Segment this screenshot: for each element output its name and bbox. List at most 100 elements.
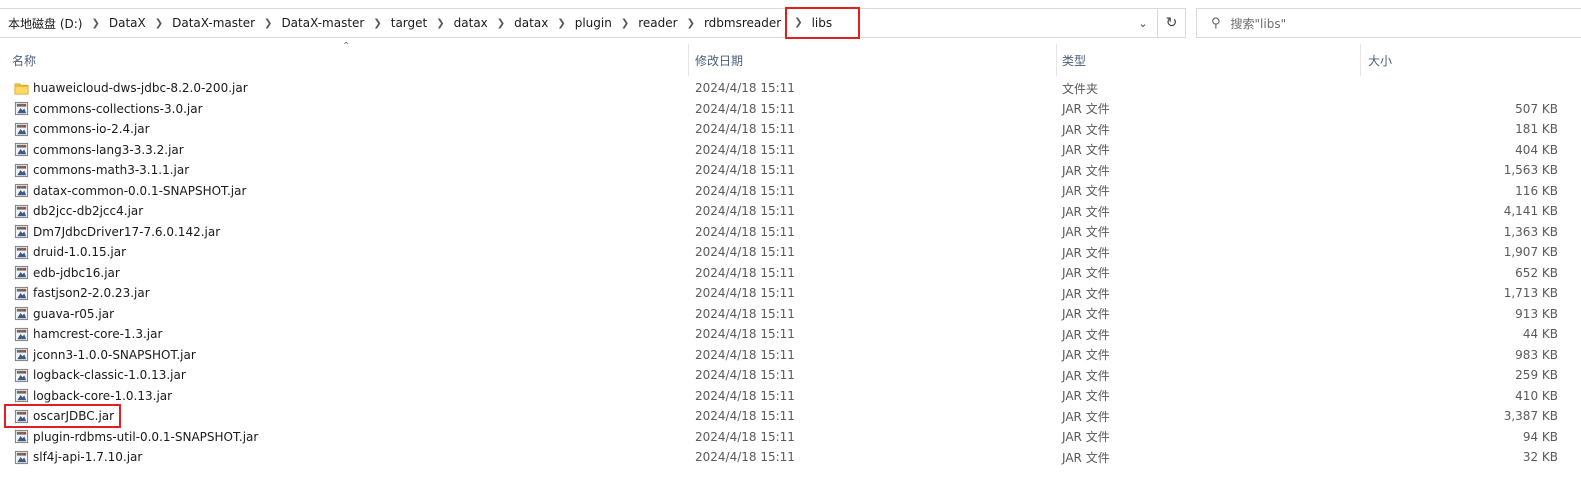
file-type: JAR 文件 (1062, 389, 1110, 404)
file-name-cell[interactable]: commons-lang3-3.3.2.jar (14, 140, 184, 161)
file-name: logback-classic-1.0.13.jar (33, 368, 186, 383)
file-row[interactable]: edb-jdbc16.jar 2024/4/18 15:11 JAR 文件 652 K… (0, 263, 1581, 284)
file-name-cell[interactable]: Dm7JdbcDriver17-7.6.0.142.jar (14, 222, 220, 243)
file-date: 2024/4/18 15:11 (695, 245, 795, 260)
breadcrumb-datax-master-2[interactable]: DataX-master (277, 9, 368, 37)
address-history-button[interactable]: ⌄ (1130, 8, 1156, 38)
search-icon: ⚲ (1211, 15, 1221, 31)
file-row[interactable]: jconn3-1.0.0-SNAPSHOT.jar 2024/4/18 15:11… (0, 345, 1581, 366)
breadcrumb-datax[interactable]: DataX (105, 9, 150, 37)
jar-file-icon (14, 245, 29, 260)
file-row[interactable]: commons-lang3-3.3.2.jar 2024/4/18 15:11 JA… (0, 140, 1581, 161)
breadcrumb-rdbmsreader[interactable]: rdbmsreader (700, 9, 785, 37)
breadcrumb-separator-icon[interactable]: ❯ (789, 17, 807, 28)
breadcrumb-reader[interactable]: reader (634, 9, 681, 37)
file-name-cell[interactable]: oscarJDBC.jar (14, 406, 114, 427)
breadcrumb-separator-icon[interactable]: ❯ (492, 18, 510, 29)
breadcrumb-separator-icon[interactable]: ❯ (682, 18, 700, 29)
file-size: 913 KB (1515, 306, 1558, 321)
file-type: JAR 文件 (1062, 245, 1110, 260)
file-size: 3,387 KB (1503, 409, 1558, 424)
column-header-name[interactable]: 名称 (12, 44, 688, 76)
column-divider[interactable] (688, 44, 689, 76)
file-name: fastjson2-2.0.23.jar (33, 286, 150, 301)
file-name-cell[interactable]: guava-r05.jar (14, 304, 114, 325)
search-input[interactable]: ⚲ 搜索"libs" (1196, 8, 1581, 38)
breadcrumb-separator-icon[interactable]: ❯ (150, 18, 168, 29)
file-date: 2024/4/18 15:11 (695, 388, 795, 403)
file-row[interactable]: plugin-rdbms-util-0.0.1-SNAPSHOT.jar 2024… (0, 427, 1581, 448)
file-name-cell[interactable]: druid-1.0.15.jar (14, 242, 126, 263)
file-name-cell[interactable]: plugin-rdbms-util-0.0.1-SNAPSHOT.jar (14, 427, 258, 448)
column-header-type[interactable]: 类型 (1062, 44, 1358, 76)
breadcrumb-plugin[interactable]: plugin (571, 9, 616, 37)
file-date: 2024/4/18 15:11 (695, 368, 795, 383)
file-name: commons-collections-3.0.jar (33, 101, 203, 116)
file-size: 44 KB (1522, 327, 1558, 342)
file-name-cell[interactable]: fastjson2-2.0.23.jar (14, 283, 150, 304)
file-name-cell[interactable]: db2jcc-db2jcc4.jar (14, 201, 143, 222)
file-type: JAR 文件 (1062, 286, 1110, 301)
file-name-cell[interactable]: commons-io-2.4.jar (14, 119, 150, 140)
address-bar[interactable]: 本地磁盘 (D:) ❯ DataX ❯ DataX-master ❯ DataX… (0, 6, 1158, 39)
file-row[interactable]: commons-collections-3.0.jar 2024/4/18 15:… (0, 99, 1581, 120)
breadcrumb-separator-icon[interactable]: ❯ (552, 18, 570, 29)
file-size: 410 KB (1515, 388, 1558, 403)
file-row[interactable]: db2jcc-db2jcc4.jar 2024/4/18 15:11 JAR 文件 4… (0, 201, 1581, 222)
jar-file-icon (14, 388, 29, 403)
file-name-cell[interactable]: commons-math3-3.1.1.jar (14, 160, 189, 181)
refresh-button[interactable]: ↻ (1158, 8, 1186, 38)
file-name: plugin-rdbms-util-0.0.1-SNAPSHOT.jar (33, 429, 259, 444)
file-name-cell[interactable]: jconn3-1.0.0-SNAPSHOT.jar (14, 345, 196, 366)
file-size: 983 KB (1515, 347, 1558, 362)
breadcrumb-datax-2[interactable]: datax (510, 9, 552, 37)
file-date: 2024/4/18 15:11 (695, 204, 795, 219)
file-row[interactable]: datax-common-0.0.1-SNAPSHOT.jar 2024/4/18… (0, 181, 1581, 202)
file-row[interactable]: oscarJDBC.jar 2024/4/18 15:11 JAR 文件 3,387 … (0, 404, 1581, 428)
breadcrumb-separator-icon[interactable]: ❯ (431, 18, 449, 29)
file-row[interactable]: logback-classic-1.0.13.jar 2024/4/18 15:1… (0, 365, 1581, 386)
column-divider[interactable] (1056, 44, 1057, 76)
file-name-cell[interactable]: huaweicloud-dws-jdbc-8.2.0-200.jar (14, 78, 248, 99)
file-name-cell[interactable]: datax-common-0.0.1-SNAPSHOT.jar (14, 181, 246, 202)
file-type: JAR 文件 (1062, 368, 1110, 383)
file-date: 2024/4/18 15:11 (695, 327, 795, 342)
file-row[interactable]: guava-r05.jar 2024/4/18 15:11 JAR 文件 913 KB (0, 304, 1581, 325)
file-row[interactable]: logback-core-1.0.13.jar 2024/4/18 15:11 JA… (0, 386, 1581, 407)
file-size (1362, 78, 1558, 99)
file-type: JAR 文件 (1062, 143, 1110, 158)
search-placeholder: 搜索"libs" (1230, 16, 1287, 31)
file-name-cell[interactable]: logback-classic-1.0.13.jar (14, 365, 186, 386)
column-divider[interactable] (1360, 44, 1361, 76)
file-name-cell[interactable]: slf4j-api-1.7.10.jar (14, 447, 142, 468)
breadcrumb-drive[interactable]: 本地磁盘 (D:) (4, 9, 86, 37)
breadcrumb-separator-icon[interactable]: ❯ (259, 18, 277, 29)
breadcrumb-separator-icon[interactable]: ❯ (616, 18, 634, 29)
breadcrumb-separator-icon[interactable]: ❯ (86, 18, 104, 29)
file-row[interactable]: commons-io-2.4.jar 2024/4/18 15:11 JAR 文件 1… (0, 119, 1581, 140)
file-row[interactable]: huaweicloud-dws-jdbc-8.2.0-200.jar 2024/4… (0, 78, 1581, 99)
file-type: JAR 文件 (1062, 430, 1110, 445)
breadcrumb-datax-1[interactable]: datax (450, 9, 492, 37)
file-name: hamcrest-core-1.3.jar (33, 327, 163, 342)
file-name-cell[interactable]: hamcrest-core-1.3.jar (14, 324, 162, 345)
file-row[interactable]: hamcrest-core-1.3.jar 2024/4/18 15:11 JAR … (0, 324, 1581, 345)
column-header-size[interactable]: 大小 (1368, 44, 1558, 76)
breadcrumb-target[interactable]: target (387, 9, 432, 37)
file-row[interactable]: slf4j-api-1.7.10.jar 2024/4/18 15:11 JAR 文… (0, 447, 1581, 468)
file-date: 2024/4/18 15:11 (695, 265, 795, 280)
file-date: 2024/4/18 15:11 (695, 81, 795, 96)
file-row[interactable]: commons-math3-3.1.1.jar 2024/4/18 15:11 JA… (0, 160, 1581, 181)
breadcrumb-libs[interactable]: libs (808, 9, 837, 37)
file-name-cell[interactable]: commons-collections-3.0.jar (14, 99, 203, 120)
file-name-cell[interactable]: edb-jdbc16.jar (14, 263, 120, 284)
file-name-cell[interactable]: logback-core-1.0.13.jar (14, 386, 172, 407)
breadcrumb-separator-icon[interactable]: ❯ (368, 18, 386, 29)
file-name: druid-1.0.15.jar (33, 245, 127, 260)
breadcrumb-datax-master-1[interactable]: DataX-master (168, 9, 259, 37)
column-header-date[interactable]: 修改日期 (695, 44, 1055, 76)
file-row[interactable]: druid-1.0.15.jar 2024/4/18 15:11 JAR 文件 1,9… (0, 242, 1581, 263)
file-row[interactable]: Dm7JdbcDriver17-7.6.0.142.jar 2024/4/18 1… (0, 222, 1581, 243)
file-row[interactable]: fastjson2-2.0.23.jar 2024/4/18 15:11 JAR 文… (0, 283, 1581, 304)
file-type: JAR 文件 (1062, 225, 1110, 240)
